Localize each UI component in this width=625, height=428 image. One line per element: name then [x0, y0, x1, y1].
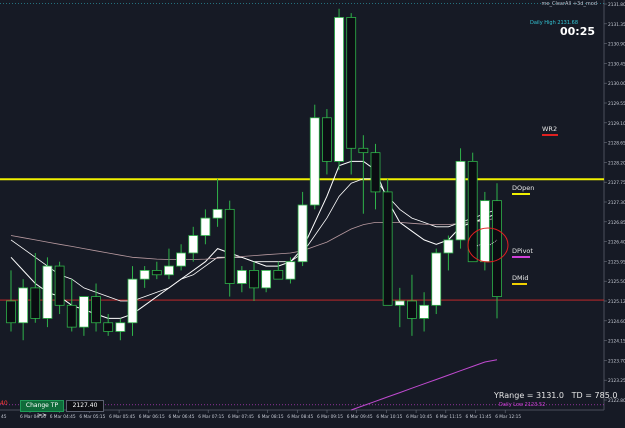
x-tick-label: 6 Mar 07:15 — [198, 414, 224, 420]
candle-body — [176, 252, 187, 267]
candle-body — [479, 200, 490, 263]
candle-body — [297, 204, 308, 263]
y-tick-label: 2127.30 — [608, 200, 625, 206]
candle-body — [200, 217, 211, 236]
y-tick-label: 2123.25 — [608, 378, 625, 384]
candle-body — [273, 270, 284, 280]
tp-value-field[interactable]: 2127.40 — [66, 400, 104, 412]
daily-low-label: Daily Low 2123.52 — [499, 402, 546, 408]
dopen-marker — [512, 193, 530, 195]
candle-body — [139, 270, 150, 280]
y-tick-label: 2127.75 — [608, 180, 625, 186]
y-tick-label: 2128.65 — [608, 141, 625, 147]
candle-body — [346, 17, 357, 149]
y-tick-label: 2129.10 — [608, 121, 625, 127]
yrange-readout: YRange = 3131.0 TD = 785.0 — [494, 392, 617, 400]
x-tick-label: 6 Mar 11:45 — [466, 414, 492, 420]
y-tick-label: 2125.12 — [608, 299, 625, 305]
x-tick-label: 6 Mar 09:45 — [347, 414, 373, 420]
ma-line-long — [10, 217, 498, 260]
x-tick-label: 6 Mar 11:15 — [436, 414, 462, 420]
x-tick-label: 6 Mar 05:15 — [79, 414, 105, 420]
x-tick-label: 6 Mar 08:15 — [258, 414, 284, 420]
y-tick-label: 2124.15 — [608, 339, 625, 345]
wr2-marker — [542, 134, 558, 136]
price-chart[interactable]: 2131.80 2131.35 2130.90 2130.45 2130.00 2129.… — [0, 0, 625, 428]
candle-body — [419, 304, 430, 319]
y-tick-label: 2126.40 — [608, 240, 625, 246]
candle-body — [66, 304, 77, 328]
candle-body — [358, 147, 369, 154]
x-tick-label: 6 Mar 09:15 — [317, 414, 343, 420]
candle-body — [431, 252, 442, 306]
candle-body — [42, 265, 53, 319]
candle-body — [224, 208, 235, 284]
candle-body — [249, 270, 259, 289]
yrange-text: YRange = 3131.0 — [494, 391, 565, 400]
dpivot-label: DPivot — [512, 247, 533, 255]
wr2-label: WR2 — [542, 125, 558, 133]
x-tick-label: 45 — [1, 414, 7, 420]
x-tick-label: 6 Mar 08:45 — [287, 414, 313, 420]
left-price-tag: 40 — [0, 400, 8, 407]
candle-body — [103, 322, 114, 332]
candle-body — [91, 296, 101, 324]
candle-body — [492, 200, 502, 297]
candle-body — [115, 322, 126, 332]
candle-body — [188, 235, 199, 254]
y-tick-label: 2130.90 — [608, 42, 625, 48]
ma-line-lower — [351, 359, 498, 411]
y-tick-label: 2125.95 — [608, 259, 625, 265]
candle-body — [467, 160, 478, 263]
y-tick-label: 2130.45 — [608, 61, 625, 67]
candle-body — [261, 270, 272, 289]
window-title: me_ClearAll +3d_mod — [541, 1, 597, 7]
candle-body — [54, 265, 65, 306]
y-tick-label: 2131.80 — [608, 2, 625, 8]
x-tick-label: 6 Mar 06:45 — [169, 414, 195, 420]
x-tick-label: 6 Mar 12:15 — [495, 414, 521, 420]
x-tick-label: 6 Mar 10:45 — [406, 414, 432, 420]
candle-body — [370, 152, 381, 193]
y-tick-label: 2123.70 — [608, 358, 625, 364]
candle-body — [164, 265, 174, 276]
candle-body — [321, 117, 332, 162]
candle-countdown: 00:25 — [559, 25, 595, 38]
y-tick-label: 2130.00 — [608, 81, 625, 87]
y-tick-label: 2128.20 — [608, 160, 625, 166]
td-text: TD = 785.0 — [571, 391, 618, 400]
y-tick-label: 2124.60 — [608, 319, 625, 325]
dmid-marker — [512, 283, 527, 285]
candle-body — [309, 117, 320, 206]
x-tick-label: 6 Mar 04:45 — [50, 414, 76, 420]
dmid-label: DMid — [512, 274, 529, 282]
dpivot-marker — [512, 256, 530, 258]
x-tick-label: 6 Mar 07:45 — [228, 414, 254, 420]
candle-body — [127, 278, 138, 324]
candle-body — [212, 208, 223, 219]
candle-body — [334, 17, 344, 162]
y-tick-label: 2125.50 — [608, 279, 625, 285]
candle-body — [6, 300, 16, 324]
x-tick-label: 6 Mar 10:15 — [376, 414, 402, 420]
candle-body — [407, 300, 417, 319]
y-tick-label: 2126.85 — [608, 220, 625, 226]
candle-body — [79, 296, 89, 328]
dopen-label: DOpen — [512, 184, 535, 192]
y-tick-label: 2129.55 — [608, 101, 625, 107]
candle-body — [455, 160, 466, 241]
x-tick-label: 6 Mar 05:45 — [109, 414, 135, 420]
daily-high-label: Daily High 2131.68 — [530, 20, 578, 26]
candle-body — [394, 300, 405, 306]
x-tick-label: 6 Mar 06:15 — [139, 414, 165, 420]
change-tp-button[interactable]: Change TP >> — [20, 400, 64, 419]
candle-body — [382, 191, 393, 306]
candle-body — [151, 270, 162, 276]
candle-body — [18, 287, 29, 324]
candle-body — [443, 239, 454, 254]
candle-body — [236, 270, 247, 284]
candle-body — [30, 287, 41, 319]
y-tick-label: 2131.35 — [608, 22, 625, 28]
candle-body — [285, 261, 296, 280]
